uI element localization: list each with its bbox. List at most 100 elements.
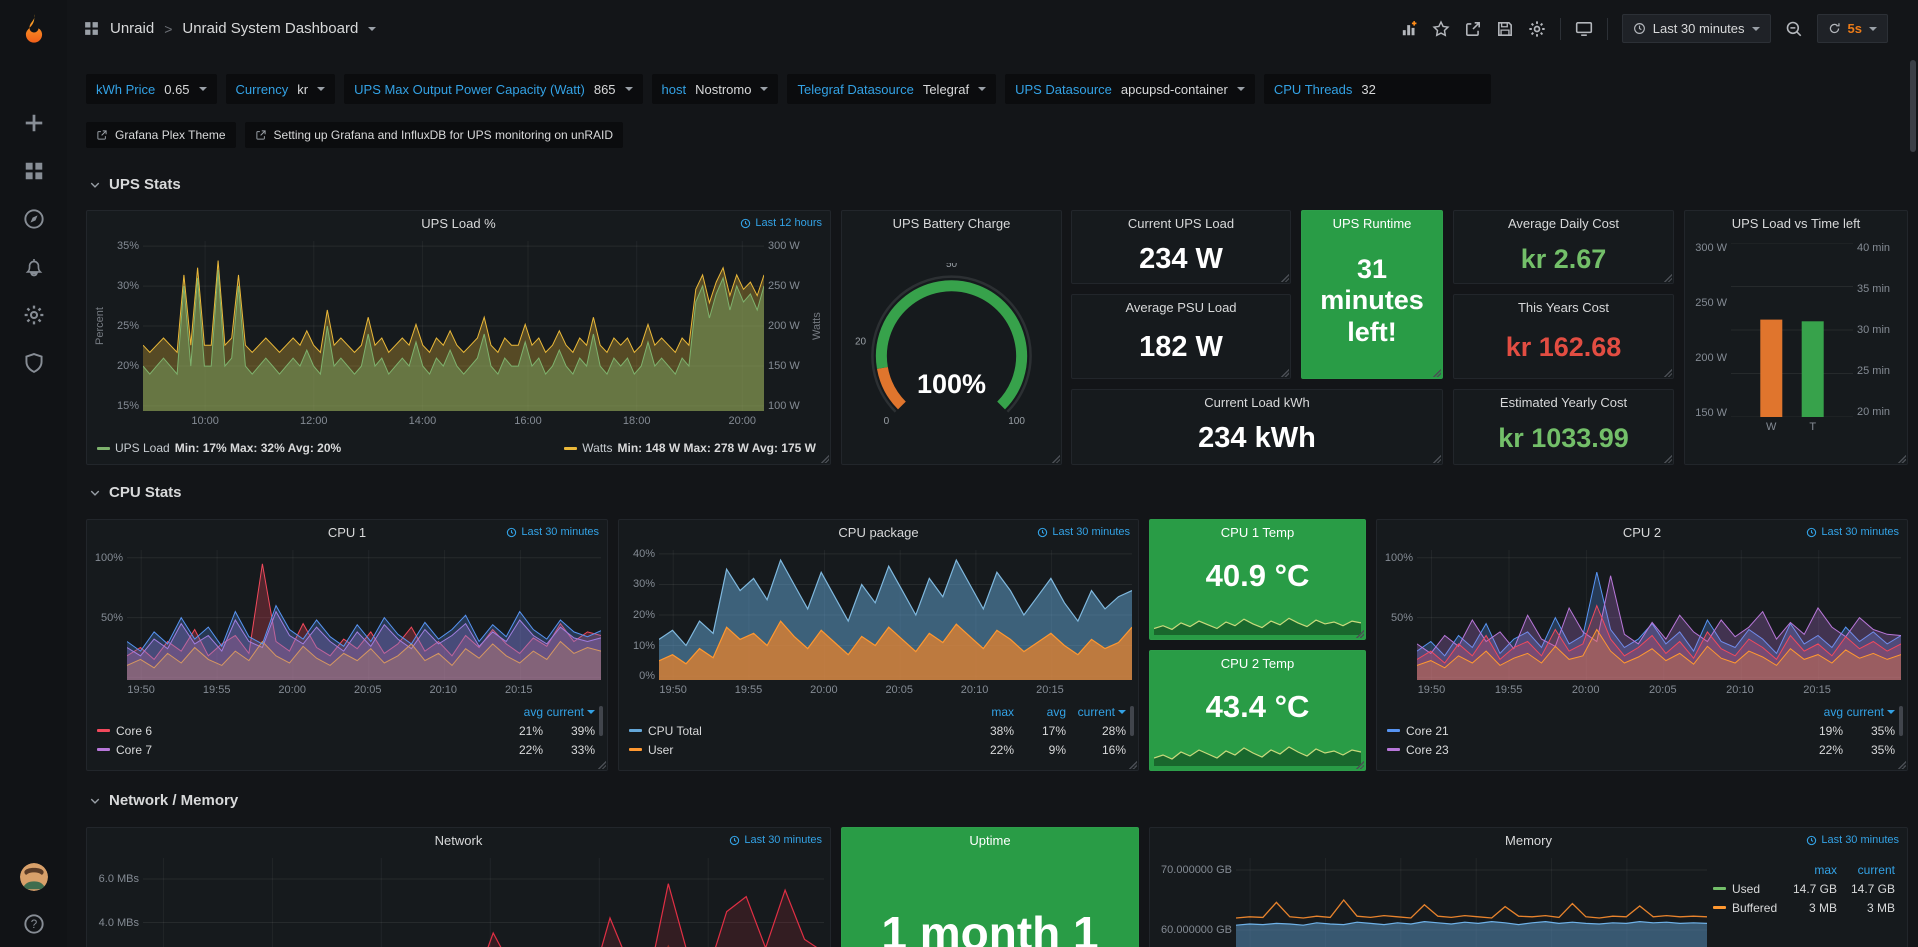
breadcrumb-dashboard[interactable]: Unraid System Dashboard xyxy=(182,20,358,37)
variable-kwh-price[interactable]: kWh Price0.65 xyxy=(86,74,217,104)
panel-time-range[interactable]: Last 30 minutes xyxy=(1806,526,1899,538)
legend-row[interactable]: Buffered3 MB3 MB xyxy=(1713,898,1895,917)
cpu2-chart[interactable] xyxy=(1417,550,1901,680)
legend-scrollbar[interactable] xyxy=(1899,706,1903,736)
variable-telegraf-datasource[interactable]: Telegraf DatasourceTelegraf xyxy=(787,74,996,104)
panel-network[interactable]: Network Last 30 minutes 6.0 MBs4.0 MBs2.… xyxy=(86,827,831,947)
panel-cpu1[interactable]: CPU 1 Last 30 minutes 100%50% 19:5019:55… xyxy=(86,519,608,771)
dashboard-grid-icon[interactable] xyxy=(83,20,100,37)
star-icon[interactable] xyxy=(1432,20,1450,38)
resize-handle[interactable] xyxy=(1432,368,1441,377)
chart-plot[interactable] xyxy=(1236,858,1707,947)
resize-handle[interactable] xyxy=(1355,760,1364,769)
chart-plot[interactable] xyxy=(143,241,764,411)
refresh-interval-label[interactable]: 5s xyxy=(1848,21,1862,36)
panel-title[interactable]: Uptime xyxy=(842,828,1138,854)
panel-title[interactable]: UPS Load % xyxy=(87,211,830,237)
panel-title[interactable]: Average Daily Cost xyxy=(1454,211,1673,237)
chart-plot[interactable] xyxy=(1417,550,1901,680)
panel-cpu2[interactable]: CPU 2 Last 30 minutes 100%50% 19:5019:55… xyxy=(1376,519,1908,771)
cycle-view-monitor-icon[interactable] xyxy=(1575,20,1593,38)
user-avatar[interactable] xyxy=(20,863,48,891)
panel-title[interactable]: Estimated Yearly Cost xyxy=(1454,390,1673,416)
cpu-threads-input[interactable] xyxy=(1361,82,1481,97)
panel-uptime[interactable]: Uptime 1 month 1 xyxy=(841,827,1139,947)
alerting-bell-icon[interactable] xyxy=(23,256,45,278)
panel-title[interactable]: UPS Battery Charge xyxy=(842,211,1061,237)
variable-ups-datasource[interactable]: UPS Datasourceapcupsd-container xyxy=(1005,74,1255,104)
legend-sort-avg[interactable]: avg xyxy=(1014,705,1066,719)
panel-ups-load-vs-time-left[interactable]: UPS Load vs Time left 300 W250 W200 W150… xyxy=(1684,210,1908,465)
legend-scrollbar[interactable] xyxy=(1130,706,1134,736)
section-cpu-stats[interactable]: CPU Stats xyxy=(89,484,182,501)
panel-title[interactable]: CPU 1 Temp xyxy=(1150,520,1365,546)
legend-row[interactable]: Core 2322%35% xyxy=(1387,740,1895,759)
save-icon[interactable] xyxy=(1496,20,1514,38)
ups-vs-time-bar-chart[interactable] xyxy=(1731,243,1853,417)
panel-average-psu-load[interactable]: Average PSU Load 182 W xyxy=(1071,294,1291,379)
panel-current-ups-load[interactable]: Current UPS Load 234 W xyxy=(1071,210,1291,284)
legend-sort-max[interactable]: max xyxy=(1779,863,1837,877)
resize-handle[interactable] xyxy=(1355,629,1364,638)
panel-title[interactable]: This Years Cost xyxy=(1454,295,1673,321)
legend-item[interactable]: WattsMin: 148 W Max: 278 W Avg: 175 W xyxy=(564,441,816,455)
cpu-package-chart[interactable] xyxy=(659,550,1132,680)
panel-time-range[interactable]: Last 12 hours xyxy=(740,217,822,229)
panel-time-range[interactable]: Last 30 minutes xyxy=(1806,834,1899,846)
grafana-logo-icon[interactable] xyxy=(16,12,52,48)
variable-host[interactable]: hostNostromo xyxy=(652,74,779,104)
panel-ups-runtime[interactable]: UPS Runtime 31 minutes left! xyxy=(1301,210,1443,379)
panel-title[interactable]: Average PSU Load xyxy=(1072,295,1290,321)
ups-load-chart[interactable] xyxy=(143,241,764,411)
panel-time-range[interactable]: Last 30 minutes xyxy=(1037,526,1130,538)
zoom-out-icon[interactable] xyxy=(1785,20,1803,38)
resize-handle[interactable] xyxy=(820,454,829,463)
chart-plot[interactable] xyxy=(127,550,601,680)
resize-handle[interactable] xyxy=(597,760,606,769)
variable-currency[interactable]: Currencykr xyxy=(226,74,336,104)
chart-plot[interactable] xyxy=(659,550,1132,680)
panel-cpu1-temp[interactable]: CPU 1 Temp 40.9 °C xyxy=(1149,519,1366,640)
server-admin-shield-icon[interactable] xyxy=(23,352,45,374)
panel-cpu-package[interactable]: CPU package Last 30 minutes 40%30%20%10%… xyxy=(618,519,1139,771)
time-range-picker[interactable]: Last 30 minutes xyxy=(1622,14,1771,43)
panel-memory[interactable]: Memory Last 30 minutes 70.000000 GB60.00… xyxy=(1149,827,1908,947)
panel-title[interactable]: CPU 2 Temp xyxy=(1150,651,1365,677)
resize-handle[interactable] xyxy=(1663,368,1672,377)
create-plus-icon[interactable] xyxy=(23,112,45,134)
legend-sort-current[interactable]: current xyxy=(1843,705,1895,719)
legend-row[interactable]: Core 2119%35% xyxy=(1387,721,1895,740)
breadcrumb-app[interactable]: Unraid xyxy=(110,20,154,37)
explore-compass-icon[interactable] xyxy=(23,208,45,230)
add-panel-icon[interactable] xyxy=(1400,20,1418,38)
help-icon[interactable]: ? xyxy=(23,913,45,935)
legend-row[interactable]: CPU Total38%17%28% xyxy=(629,721,1126,740)
panel-ups-load[interactable]: UPS Load % Last 12 hours Percent 35%30%2… xyxy=(86,210,831,465)
legend-item[interactable]: UPS LoadMin: 17% Max: 32% Avg: 20% xyxy=(97,441,341,455)
resize-handle[interactable] xyxy=(1432,454,1441,463)
legend-sort-avg[interactable]: avg xyxy=(491,705,543,719)
page-scrollbar[interactable] xyxy=(1910,60,1916,152)
panel-average-daily-cost[interactable]: Average Daily Cost kr 2.67 xyxy=(1453,210,1674,284)
network-chart[interactable] xyxy=(143,858,824,947)
section-network-memory[interactable]: Network / Memory xyxy=(89,792,238,809)
panel-cpu2-temp[interactable]: CPU 2 Temp 43.4 °C xyxy=(1149,650,1366,771)
panel-ups-battery-charge[interactable]: UPS Battery Charge 02050100 100% xyxy=(841,210,1062,465)
link-ups-monitoring-guide[interactable]: Setting up Grafana and InfluxDB for UPS … xyxy=(245,122,624,148)
panel-title[interactable]: Current Load kWh xyxy=(1072,390,1442,416)
resize-handle[interactable] xyxy=(1280,273,1289,282)
refresh-button[interactable]: 5s xyxy=(1817,14,1888,43)
panel-time-range[interactable]: Last 30 minutes xyxy=(729,834,822,846)
resize-handle[interactable] xyxy=(1663,273,1672,282)
panel-title[interactable]: Current UPS Load xyxy=(1072,211,1290,237)
resize-handle[interactable] xyxy=(1663,454,1672,463)
legend-row[interactable]: Core 722%33% xyxy=(97,740,595,759)
panel-title[interactable]: UPS Load vs Time left xyxy=(1685,211,1907,237)
resize-handle[interactable] xyxy=(1280,368,1289,377)
cpu1-chart[interactable] xyxy=(127,550,601,680)
legend-sort-max[interactable]: max xyxy=(962,705,1014,719)
panel-time-range[interactable]: Last 30 minutes xyxy=(506,526,599,538)
chart-plot[interactable] xyxy=(143,858,824,947)
resize-handle[interactable] xyxy=(1897,760,1906,769)
legend-sort-current[interactable]: current xyxy=(1066,705,1126,719)
